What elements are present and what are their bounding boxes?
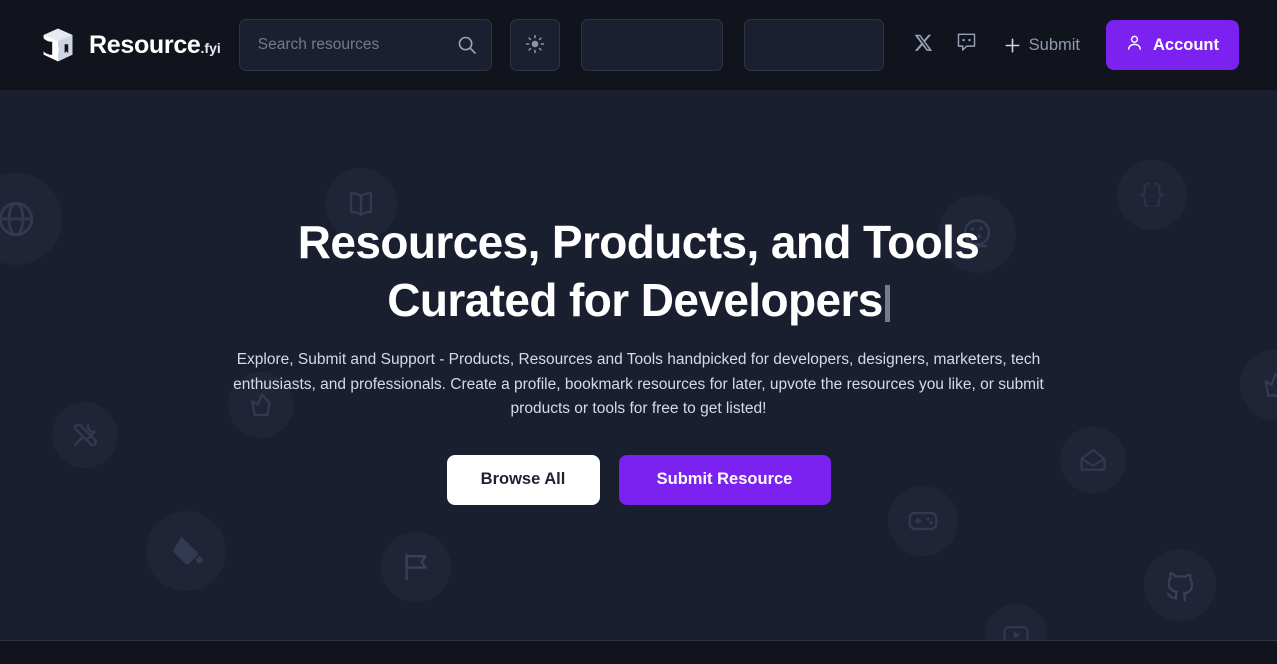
hero-content: Resources, Products, and Tools Curated f… — [0, 90, 1277, 640]
submit-resource-button[interactable]: Submit Resource — [618, 454, 831, 505]
open-box-cube-icon: R — [38, 25, 78, 65]
theme-toggle-button[interactable] — [509, 19, 560, 71]
nav-placeholder-1[interactable] — [580, 19, 723, 71]
account-button-label: Account — [1153, 35, 1219, 54]
typing-caret — [884, 285, 890, 322]
discord-icon — [956, 32, 977, 58]
brand-suffix: .fyi — [200, 39, 221, 56]
search-input[interactable] — [257, 36, 457, 54]
discord-link[interactable] — [952, 30, 982, 60]
footer-strip — [0, 642, 1277, 664]
account-button[interactable]: Account — [1106, 20, 1239, 70]
brand-logo-link[interactable]: R Resource.fyi — [38, 23, 221, 67]
search-box[interactable] — [238, 19, 492, 71]
plus-icon — [1004, 37, 1021, 54]
page-root: R Resource.fyi Search resources Submit A… — [0, 0, 1277, 664]
site-header: R Resource.fyi Search resources Submit A… — [0, 0, 1277, 90]
headline-line-2: Curated for Developers — [387, 274, 883, 326]
page-title: Resources, Products, and Tools Curated f… — [298, 213, 980, 329]
hero-section: Resources, Products, and Tools Curated f… — [0, 90, 1277, 641]
browse-all-button[interactable]: Browse All — [446, 454, 600, 505]
user-icon — [1126, 34, 1143, 56]
hero-subtitle: Explore, Submit and Support - Products, … — [233, 351, 1044, 417]
sun-icon — [525, 34, 545, 57]
submit-nav-link[interactable]: Submit — [1004, 36, 1080, 55]
brand-name: Resource.fyi — [89, 30, 221, 59]
x-twitter-link[interactable] — [909, 30, 939, 60]
nav-placeholder-2[interactable] — [743, 19, 884, 71]
submit-nav-label: Submit — [1028, 35, 1080, 54]
svg-text:R: R — [53, 45, 59, 55]
search-icon[interactable] — [457, 35, 477, 55]
hero-cta-row: Browse All Submit Resource — [446, 454, 831, 505]
x-twitter-icon — [914, 33, 933, 57]
headline-line-1: Resources, Products, and Tools — [297, 216, 980, 268]
